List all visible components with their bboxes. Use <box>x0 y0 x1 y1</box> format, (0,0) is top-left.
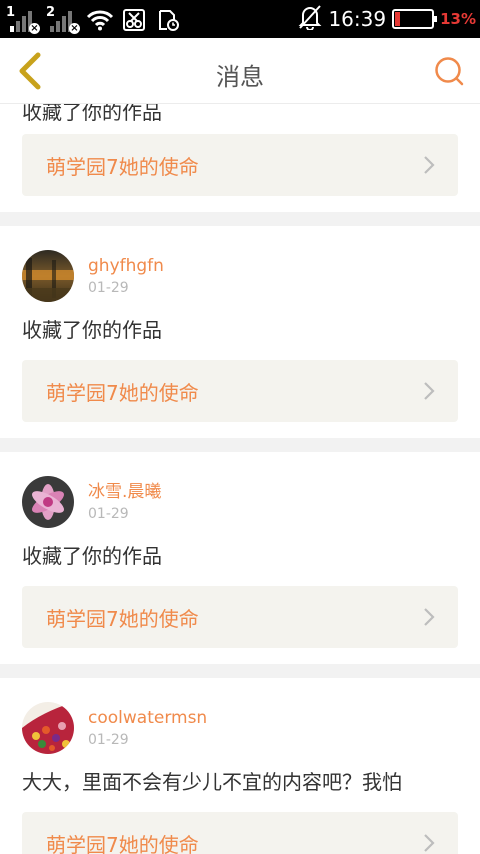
chevron-right-icon <box>424 156 435 174</box>
message-content: 收藏了你的作品 <box>22 318 162 342</box>
work-title: 萌学园7她的使命 <box>46 380 199 405</box>
chevron-right-icon <box>424 834 435 852</box>
message-content: 收藏了你的作品 <box>22 104 162 124</box>
divider <box>0 438 480 452</box>
list-item: ghyfhgfn 01-29 收藏了你的作品 萌学园7她的使命 <box>0 226 480 438</box>
message-date: 01-29 <box>88 279 129 296</box>
search-button[interactable] <box>430 52 468 90</box>
work-link[interactable]: 萌学园7她的使命 <box>22 134 458 196</box>
wifi-icon <box>86 6 114 34</box>
title-bar: 消息 <box>0 38 480 104</box>
mute-bell-icon <box>298 4 322 34</box>
battery-icon <box>392 9 438 29</box>
work-title: 萌学园7她的使命 <box>46 154 199 179</box>
chevron-right-icon <box>424 608 435 626</box>
status-bar: 1 × 2 × 16:39 13% <box>0 0 480 38</box>
signal-icon: 2 × <box>46 5 80 34</box>
divider <box>0 212 480 226</box>
avatar[interactable] <box>22 702 74 754</box>
battery-percent: 13% <box>440 10 476 28</box>
work-title: 萌学园7她的使命 <box>46 606 199 631</box>
message-date: 01-29 <box>88 505 129 522</box>
username[interactable]: coolwatermsn <box>88 707 207 729</box>
list-item: 冰雪.晨曦 01-29 收藏了你的作品 萌学园7她的使命 <box>0 452 480 664</box>
status-time: 16:39 <box>328 7 387 31</box>
work-link[interactable]: 萌学园7她的使命 <box>22 360 458 422</box>
work-title: 萌学园7她的使命 <box>46 832 199 854</box>
work-link[interactable]: 萌学园7她的使命 <box>22 586 458 648</box>
screenshot-icon <box>154 6 182 34</box>
search-icon <box>435 57 464 86</box>
message-list[interactable]: 收藏了你的作品 萌学园7她的使命 ghyfhgfn 01-29 收藏了你的作品 … <box>0 104 480 854</box>
divider <box>0 664 480 678</box>
username[interactable]: 冰雪.晨曦 <box>88 481 161 503</box>
signal-icon: 1 × <box>6 5 40 34</box>
message-date: 01-29 <box>88 731 129 748</box>
scissors-icon <box>120 6 148 34</box>
username[interactable]: ghyfhgfn <box>88 255 164 277</box>
message-content: 收藏了你的作品 <box>22 544 162 568</box>
avatar[interactable] <box>22 476 74 528</box>
status-left: 1 × 2 × <box>6 4 182 34</box>
status-right: 16:39 13% <box>298 4 476 34</box>
work-link[interactable]: 萌学园7她的使命 <box>22 812 458 854</box>
message-content: 大大，里面不会有少儿不宜的内容吧？我怕 <box>22 770 402 794</box>
list-item: coolwatermsn 01-29 大大，里面不会有少儿不宜的内容吧？我怕 萌… <box>0 678 480 854</box>
chevron-right-icon <box>424 382 435 400</box>
list-item: 收藏了你的作品 萌学园7她的使命 <box>0 104 480 212</box>
avatar[interactable] <box>22 250 74 302</box>
page-title: 消息 <box>216 63 264 91</box>
